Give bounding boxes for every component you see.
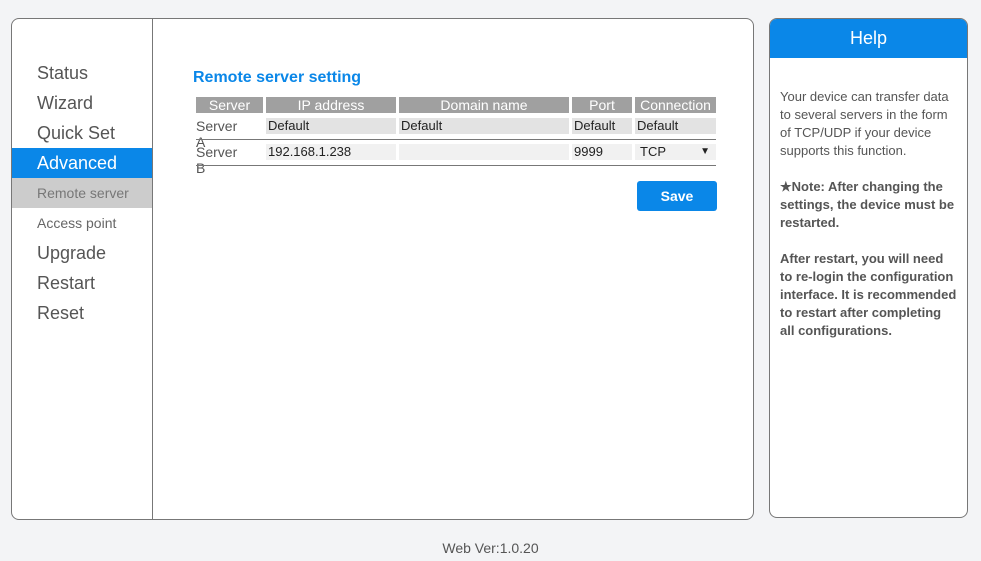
- help-title: Help: [770, 19, 967, 58]
- header-domain: Domain name: [399, 97, 569, 113]
- help-panel: Help Your device can transfer data to se…: [769, 18, 968, 518]
- server-b-label: Server B: [196, 144, 238, 176]
- server-a-domain[interactable]: Default: [399, 118, 569, 134]
- help-restart-text: After restart, you will need to re-login…: [780, 251, 957, 338]
- nav-remote-server[interactable]: Remote server: [12, 178, 152, 208]
- web-version: Web Ver:1.0.20: [442, 540, 539, 556]
- server-a-label: Server A: [196, 118, 238, 150]
- nav-quick-set[interactable]: Quick Set: [12, 118, 152, 148]
- main-panel: Status Wizard Quick Set Advanced Remote …: [11, 18, 754, 520]
- save-button[interactable]: Save: [637, 181, 717, 211]
- help-note: ★Note: After changing the settings, the …: [780, 179, 955, 230]
- divider: [196, 139, 716, 140]
- server-b-connection-select[interactable]: TCP ▼: [635, 144, 716, 160]
- nav-upgrade[interactable]: Upgrade: [12, 238, 152, 268]
- nav-advanced[interactable]: Advanced: [12, 148, 152, 178]
- header-server: Server: [196, 97, 263, 113]
- section-title: Remote server setting: [193, 69, 362, 86]
- connection-value: TCP: [640, 144, 666, 159]
- divider: [196, 165, 716, 166]
- sidebar: Status Wizard Quick Set Advanced Remote …: [12, 19, 153, 519]
- dropdown-arrow-icon: ▼: [700, 146, 710, 157]
- server-a-ip[interactable]: Default: [266, 118, 396, 134]
- header-ip: IP address: [266, 97, 396, 113]
- header-connection: Connection: [635, 97, 716, 113]
- server-a-port[interactable]: Default: [572, 118, 632, 134]
- server-b-ip[interactable]: 192.168.1.238: [266, 144, 396, 160]
- nav-reset[interactable]: Reset: [12, 298, 152, 328]
- nav-access-point[interactable]: Access point: [12, 208, 152, 238]
- nav-restart[interactable]: Restart: [12, 268, 152, 298]
- nav-wizard[interactable]: Wizard: [12, 88, 152, 118]
- nav-status[interactable]: Status: [12, 58, 152, 88]
- server-b-domain[interactable]: [399, 144, 569, 160]
- server-b-port[interactable]: 9999: [572, 144, 632, 160]
- server-a-connection[interactable]: Default: [635, 118, 716, 134]
- header-port: Port: [572, 97, 632, 113]
- help-text: Your device can transfer data to several…: [780, 89, 949, 158]
